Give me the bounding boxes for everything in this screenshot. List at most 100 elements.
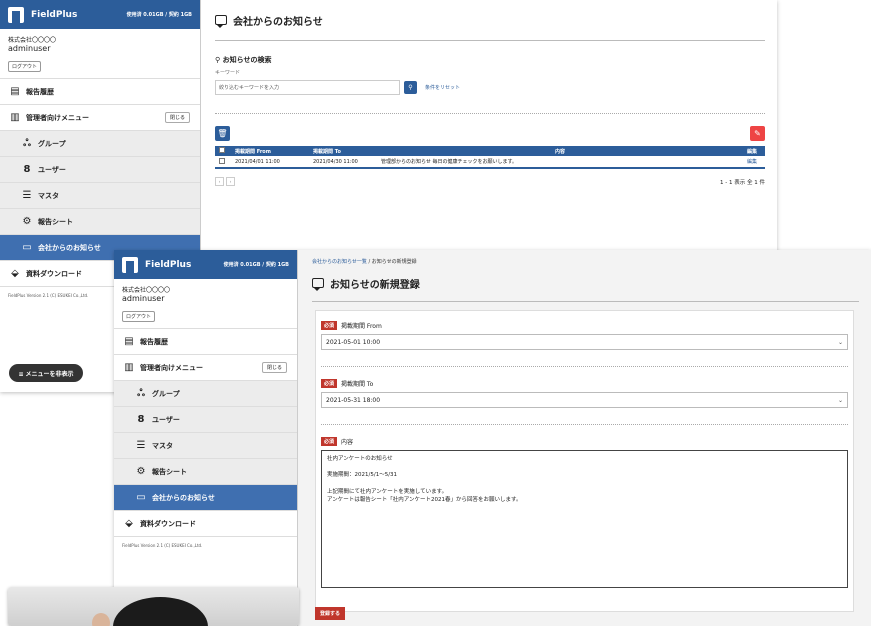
content-textarea[interactable]: 社内アンケートのお知らせ 実施期間：2021/5/1～5/31 上記期間にて社内… <box>321 450 848 588</box>
sidebar-item-master[interactable]: ☰ マスタ <box>0 183 200 210</box>
pager-prev-button[interactable]: ‹ <box>215 177 224 186</box>
sidebar-nav: ▤ 報告履歴 ▥ 管理者向けメニュー 閉じる ஃ グループ 8 ユーザー ☰ マスタ ⚙ 報告… <box>114 328 297 538</box>
breadcrumb-current: お知らせの新規登録 <box>371 259 417 265</box>
keyword-input[interactable]: 絞り込むキーワードを入力 <box>215 80 400 95</box>
delete-button[interactable]: 🗑 <box>215 126 230 141</box>
form-panel: 必須 掲載期間 From 2021-05-01 10:00 ⌄ 必須 掲載期間 To … <box>315 310 854 612</box>
sidebar-item-label: ユーザー <box>152 415 180 424</box>
required-badge: 必須 <box>321 321 338 330</box>
sidebar-item-report-sheet[interactable]: ⚙ 報告シート <box>114 459 297 486</box>
breadcrumb-link[interactable]: 会社からのお知らせ一覧 <box>312 259 367 265</box>
table-row: 2021/04/01 11:00 2021/04/30 11:00 管理部からの… <box>215 156 765 169</box>
column-header-edit: 編集 <box>743 146 765 156</box>
pager-next-button[interactable]: › <box>226 177 235 186</box>
sidebar-item-download[interactable]: ⬙ 資料ダウンロード <box>114 511 297 538</box>
row-checkbox[interactable] <box>219 157 225 164</box>
sidebar-item-label: 資料ダウンロード <box>26 269 82 278</box>
sidebar-item-report-history[interactable]: ▤ 報告履歴 <box>0 79 200 106</box>
logout-button[interactable]: ログアウト <box>8 61 42 73</box>
sidebar-item-label: ユーザー <box>38 165 66 174</box>
new-notice-button[interactable]: ✎ <box>750 126 765 141</box>
cell-to: 2021/04/30 11:00 <box>309 156 377 169</box>
to-label-text: 掲載期間 To <box>341 381 374 388</box>
sidebar-item-group[interactable]: ஃ グループ <box>114 381 297 408</box>
search-icon: ⚲ <box>215 56 223 64</box>
sidebar-item-label: 報告シート <box>152 467 187 476</box>
close-menu-button[interactable]: 閉じる <box>261 362 287 374</box>
sidebar-item-master[interactable]: ☰ マスタ <box>114 433 297 460</box>
sidebar-item-admin-menu[interactable]: ▥ 管理者向けメニュー 閉じる <box>0 105 200 132</box>
document-icon: ▤ <box>10 85 20 97</box>
sidebar-item-label: 資料ダウンロード <box>140 519 196 528</box>
search-icon: ⚲ <box>408 84 413 91</box>
download-icon: ⬙ <box>125 517 133 529</box>
search-heading: ⚲ お知らせの検索 <box>215 55 765 65</box>
sidebar-item-admin-menu[interactable]: ▥ 管理者向けメニュー 閉じる <box>114 355 297 382</box>
group-icon: ஃ <box>137 387 145 399</box>
app-name: FieldPlus <box>145 259 192 270</box>
submit-button[interactable]: 登録する <box>315 607 346 620</box>
sidebar-item-label: 管理者向けメニュー <box>140 363 203 372</box>
storage-usage: 使用済 0.01GB / 契約 1GB <box>126 12 192 18</box>
content-line: 社内アンケートのお知らせ <box>327 456 393 462</box>
column-header-from: 掲載期間 From <box>231 146 309 156</box>
storage-usage: 使用済 0.01GB / 契約 1GB <box>223 262 289 268</box>
company-name: 株式会社〇〇〇〇 <box>8 37 57 44</box>
page-title-text: お知らせの新規登録 <box>330 279 420 291</box>
person-photo <box>8 587 299 626</box>
content-line: アンケートは報告シート「社内アンケート2021春」から回答をお願いします。 <box>327 496 522 503</box>
version-text: FieldPlus Version 2.1 (C) ESUKEI Co.,Ltd… <box>122 543 203 549</box>
edit-link[interactable]: 編集 <box>743 156 765 169</box>
column-header-content: 内容 <box>377 146 743 156</box>
content-label: 必須 内容 <box>321 437 848 446</box>
sidebar-item-group[interactable]: ஃ グループ <box>0 131 200 158</box>
logout-button[interactable]: ログアウト <box>122 311 156 323</box>
page-title: お知らせの新規登録 <box>312 265 859 302</box>
speech-bubble-icon: ▭ <box>136 491 146 503</box>
app-header: FieldPlus 使用済 0.01GB / 契約 1GB <box>114 250 297 279</box>
trash-icon: 🗑 <box>217 129 228 138</box>
content-line: 上記期間にて社内アンケートを実施しています。 <box>327 488 448 495</box>
sidebar-item-label: 報告履歴 <box>26 87 54 96</box>
list-icon: ▥ <box>124 361 134 373</box>
fieldplus-logo-icon <box>122 256 138 273</box>
sidebar-item-user[interactable]: 8 ユーザー <box>0 157 200 184</box>
sidebar-item-user[interactable]: 8 ユーザー <box>114 407 297 434</box>
sidebar-item-label: 報告シート <box>38 217 73 226</box>
pencil-icon: ✎ <box>754 129 761 138</box>
search-button[interactable]: ⚲ <box>404 81 417 94</box>
hide-menu-button[interactable]: ≡ メニューを非表示 <box>9 364 83 382</box>
to-select[interactable]: 2021-05-31 18:00 ⌄ <box>321 392 848 408</box>
user-name: adminuser <box>122 294 165 304</box>
search-heading-text: お知らせの検索 <box>222 56 272 64</box>
page-title: 会社からのお知らせ <box>215 0 765 41</box>
cell-content: 管理部からのお知らせ 毎日の健康チェックをお願いします。 <box>377 156 743 169</box>
content-line: 実施期間：2021/5/1～5/31 <box>327 472 398 479</box>
company-name: 株式会社〇〇〇〇 <box>122 287 171 294</box>
sidebar-item-news[interactable]: ▭ 会社からのお知らせ <box>114 485 297 512</box>
reset-link[interactable]: 条件をリセット <box>425 84 460 91</box>
sidebar-item-report-history[interactable]: ▤ 報告履歴 <box>114 329 297 356</box>
from-select[interactable]: 2021-05-01 10:00 ⌄ <box>321 334 848 350</box>
to-label: 必須 掲載期間 To <box>321 379 848 388</box>
gear-icon: ⚙ <box>22 215 32 227</box>
table-icon: ☰ <box>22 189 32 201</box>
download-icon: ⬙ <box>11 267 19 279</box>
notice-table: 掲載期間 From 掲載期間 To 内容 編集 2021/04/01 11:00… <box>215 146 765 169</box>
speech-bubble-icon: ▭ <box>22 241 32 253</box>
group-icon: ஃ <box>23 137 31 149</box>
user-icon: 8 <box>23 163 31 175</box>
from-value: 2021-05-01 10:00 <box>326 338 381 346</box>
result-count: 1 - 1 表示 全 1 件 <box>720 179 765 186</box>
chevron-down-icon: ⌄ <box>837 338 843 346</box>
table-icon: ☰ <box>136 439 146 451</box>
sidebar-item-report-sheet[interactable]: ⚙ 報告シート <box>0 209 200 236</box>
document-icon: ▤ <box>124 335 134 347</box>
sidebar-item-label: グループ <box>152 389 180 398</box>
chevron-down-icon: ⌄ <box>837 396 843 404</box>
sidebar-item-label: 管理者向けメニュー <box>26 113 89 122</box>
page-title-text: 会社からのお知らせ <box>233 16 323 28</box>
close-menu-button[interactable]: 閉じる <box>164 112 190 124</box>
select-all-checkbox[interactable] <box>219 147 225 153</box>
required-badge: 必須 <box>321 379 338 388</box>
